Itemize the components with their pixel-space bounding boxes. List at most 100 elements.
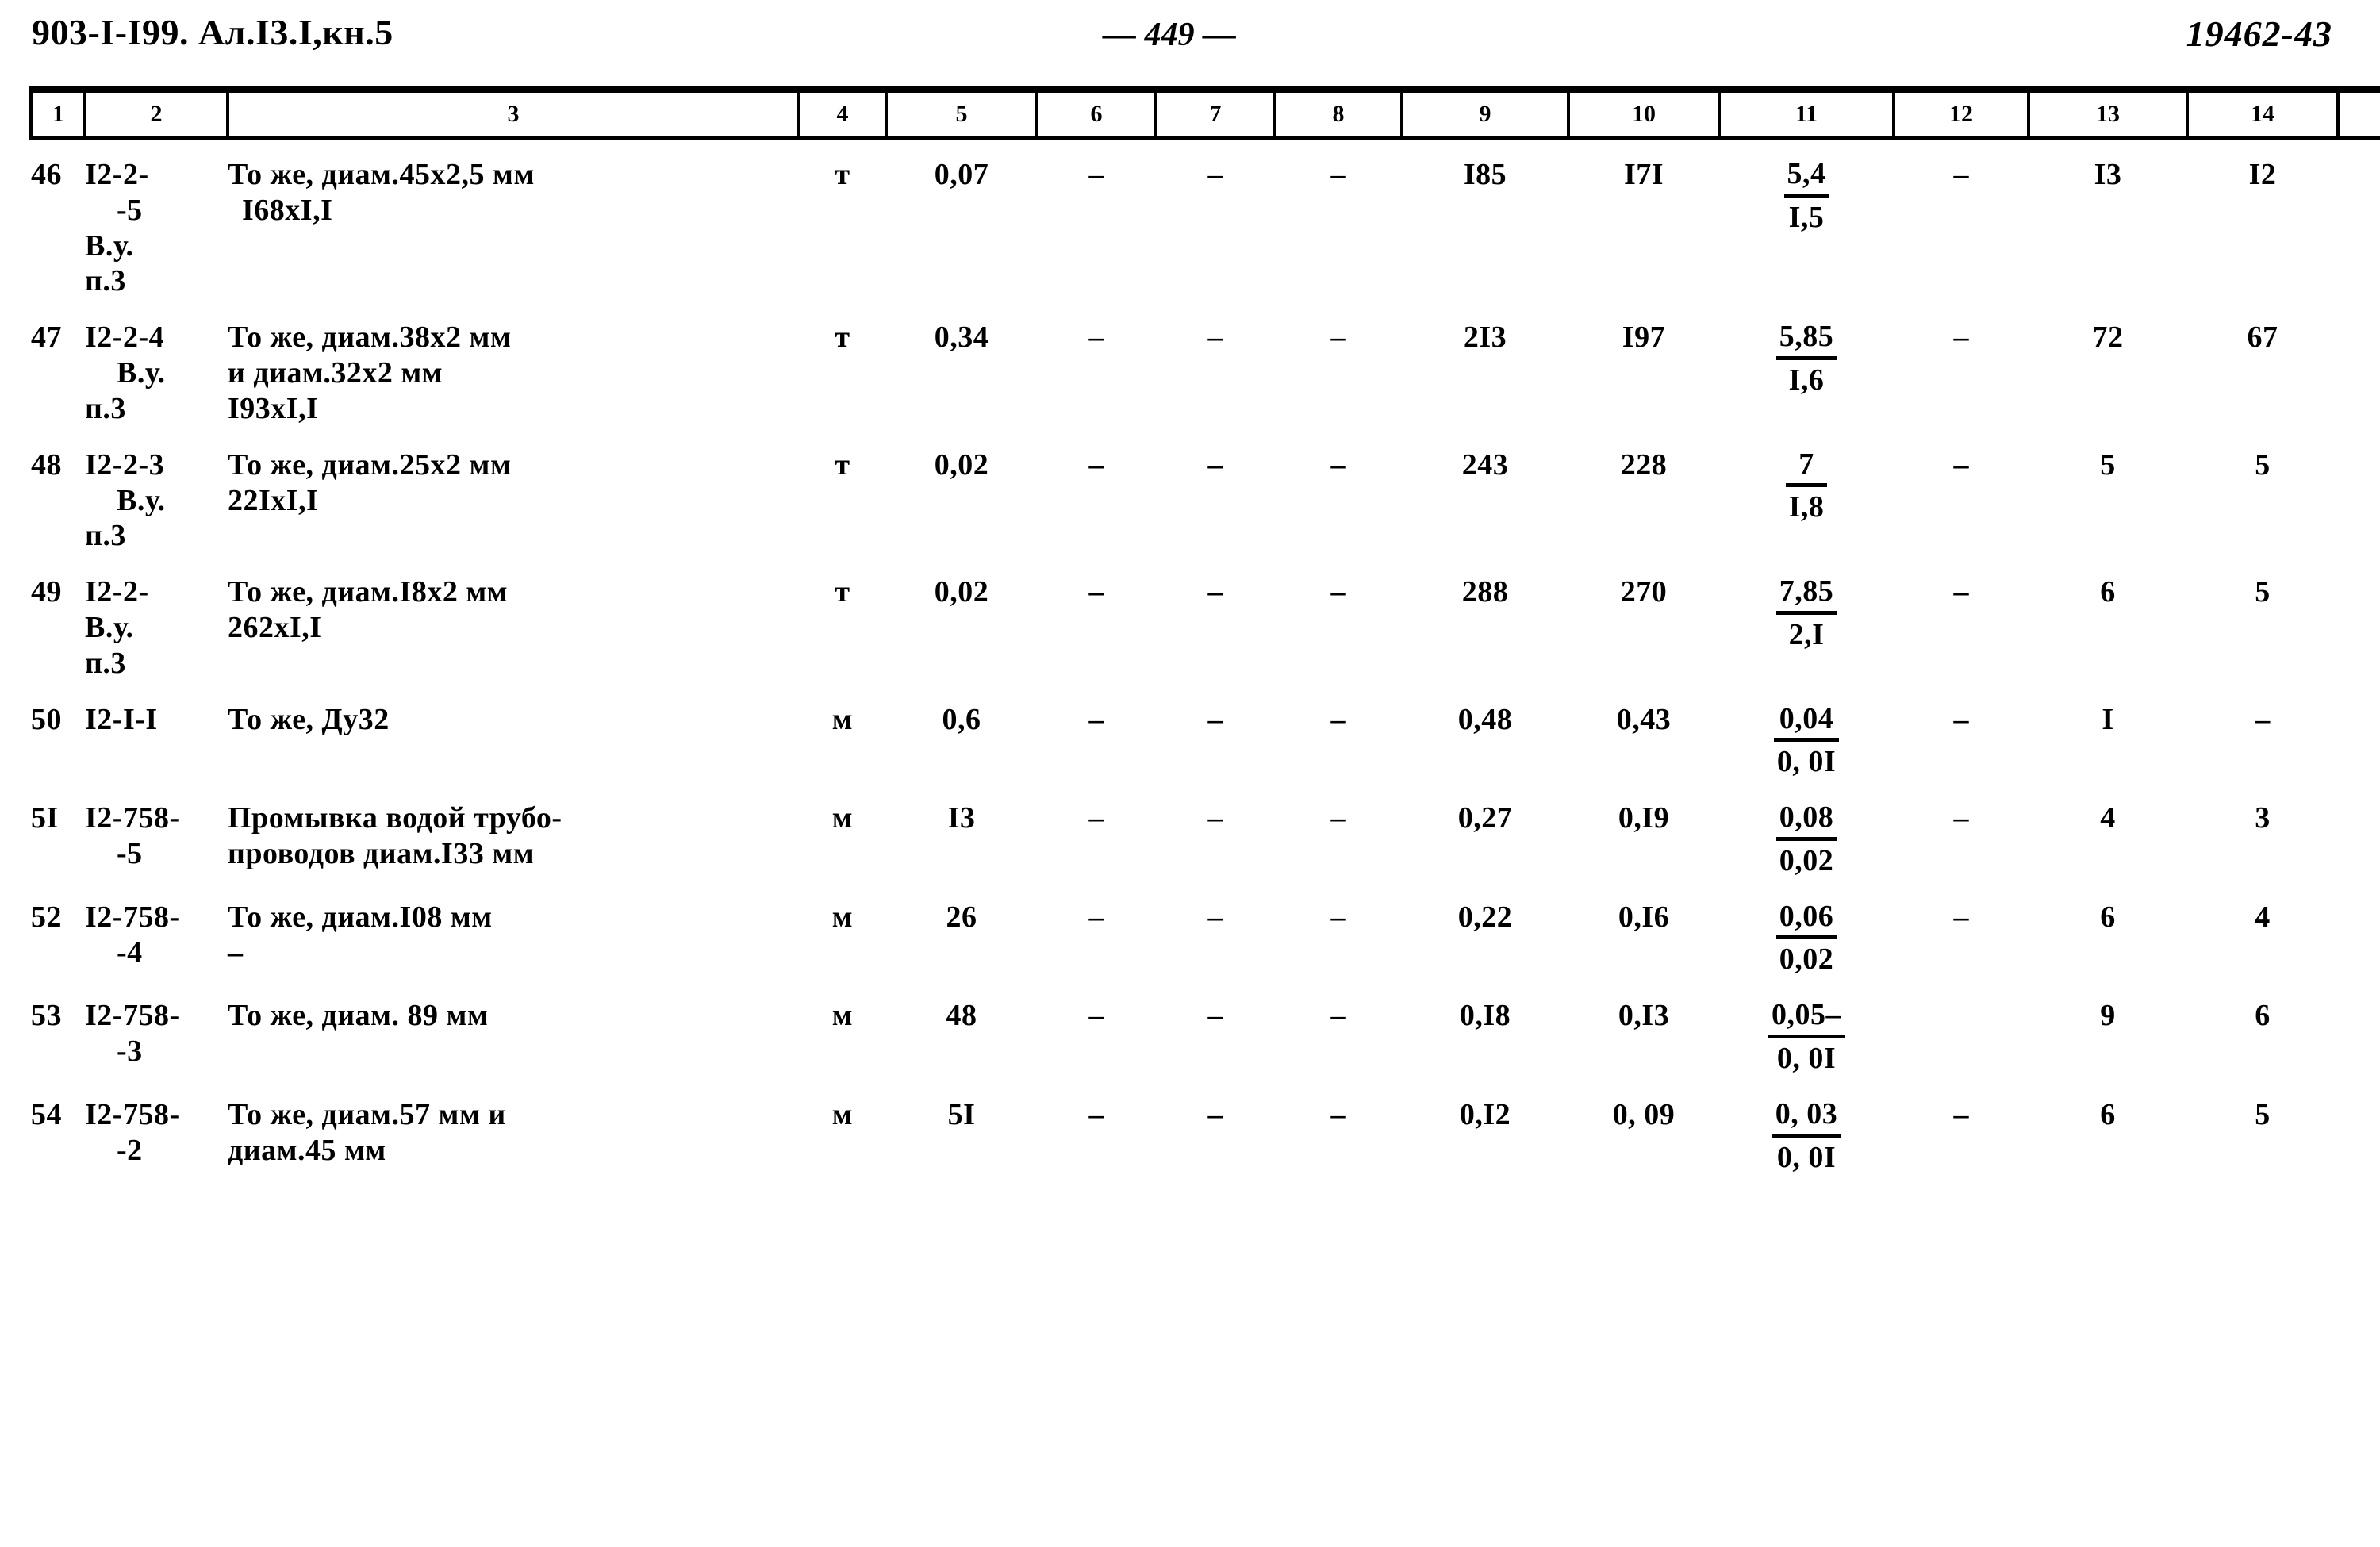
row-description-line: I93хI,I: [228, 391, 319, 425]
row-value-col13: 6: [2100, 575, 2116, 609]
row-description-line: То же, Ду32: [228, 702, 390, 736]
row-value-col6: –: [1088, 447, 1104, 482]
row-value-col8: –: [1330, 1097, 1346, 1131]
row-value-col15: I–: [2338, 783, 2380, 882]
row-value-col12: –: [1953, 575, 1969, 609]
fraction-numerator: 0, 03: [1772, 1097, 1841, 1138]
row-position-number: 54: [31, 1097, 62, 1131]
row-norm-code-line: -3: [117, 1035, 143, 1069]
row-value-col14: 5: [2255, 1097, 2271, 1131]
row-norm-code: I2-2-4 В.у. п.3: [85, 302, 228, 429]
row-description: То же, диам.I08 мм –: [228, 882, 799, 981]
row-value-col10: 0,43: [1616, 702, 1672, 736]
row-value-col8: –: [1330, 158, 1346, 191]
fraction-numerator: 0,04: [1773, 702, 1840, 743]
row-value-col8: –: [1330, 447, 1346, 482]
fraction-numerator: 5,4: [1783, 157, 1829, 198]
column-number-7: 7: [1154, 86, 1276, 140]
row-description: То же, диам.45х2,5 мм I68хI,I: [228, 138, 799, 303]
row-value-col11-fraction: 7 I,8: [1719, 430, 1894, 557]
row-value-col8: –: [1330, 801, 1346, 835]
row-value-col13: I3: [2094, 158, 2122, 191]
row-value-col12: –: [1953, 158, 1969, 191]
row-value-col9: 0,I8: [1459, 999, 1511, 1033]
row-value-col15: 2I: [2338, 1080, 2380, 1179]
row-value-col11-fraction: 0,04 0, 0I: [1719, 685, 1894, 784]
row-norm-code-line: I2-2-: [85, 158, 149, 191]
row-value-col6: –: [1088, 900, 1104, 934]
row-value-col6: –: [1088, 158, 1104, 191]
row-value-col8: –: [1330, 999, 1346, 1033]
row-unit: т: [835, 447, 850, 482]
row-norm-code-line: I2-758-: [85, 1097, 180, 1131]
row-position-number: 5I: [31, 801, 59, 835]
row-value-col9: 2I3: [1463, 321, 1507, 355]
row-description-line: То же, диам.I08 мм: [228, 900, 493, 934]
row-description-line: То же, диам.25х2 мм: [228, 447, 512, 482]
row-value-col7: –: [1207, 321, 1223, 355]
row-value-col12: –: [1953, 900, 1969, 934]
column-number-11: 11: [1718, 86, 1895, 140]
row-unit: м: [831, 801, 854, 835]
row-value-col5: I3: [947, 801, 976, 835]
row-value-col10: 0,I3: [1618, 999, 1670, 1033]
fraction-denominator: 0,02: [1779, 942, 1834, 977]
fraction-numerator: 7,85: [1775, 574, 1837, 615]
column-number-15: 15: [2336, 86, 2380, 140]
row-value-col13: I: [2102, 702, 2114, 736]
row-position-number: 48: [31, 447, 62, 482]
row-value-col12: –: [1953, 702, 1969, 736]
row-position-number: 52: [31, 900, 62, 934]
fraction-numerator: 0,05–: [1768, 998, 1844, 1038]
row-value-col6: –: [1088, 999, 1104, 1033]
row-value-col5: 26: [946, 900, 977, 934]
row-position-number: 49: [31, 575, 62, 609]
row-value-col9: 0,I2: [1459, 1097, 1511, 1131]
row-description-line: I68хI,I: [242, 193, 333, 227]
fraction-numerator: 0,08: [1775, 800, 1837, 841]
row-value-col9: 288: [1461, 575, 1509, 609]
row-norm-code: I2-2- -5 В.у. п.3: [85, 138, 228, 303]
row-value-col10: 0, 09: [1612, 1097, 1676, 1131]
row-unit: м: [831, 1097, 854, 1131]
row-norm-code: I2-I-I: [85, 685, 228, 784]
row-norm-code-line: -5: [117, 837, 143, 871]
row-value-col14: –: [2255, 702, 2271, 736]
row-value-col12: [1894, 981, 2029, 1080]
row-value-col14: 5: [2255, 575, 2271, 609]
row-value-col15: –: [2338, 138, 2380, 303]
row-value-col7: –: [1207, 702, 1223, 736]
fraction-numerator: 5,85: [1775, 320, 1837, 360]
row-value-col13: 9: [2100, 999, 2116, 1033]
table-row: 50 I2-I-I То же, Ду32 м 0,6 – – – 0,48 0,43 0,04 0,…: [31, 685, 2380, 784]
row-position-number: 53: [31, 999, 62, 1033]
row-norm-code: I2-758- -5: [85, 783, 228, 882]
row-value-col12: –: [1953, 1097, 1969, 1131]
row-value-col11-fraction: 0,05– 0, 0I: [1719, 981, 1894, 1080]
row-value-col11-fraction: 7,85 2,I: [1719, 557, 1894, 684]
row-description-line: 262хI,I: [228, 611, 322, 645]
row-value-col11-fraction: 5,85 I,6: [1719, 302, 1894, 429]
row-value-col10: I97: [1622, 321, 1666, 355]
row-value-col9: 0,22: [1457, 900, 1513, 934]
fraction-denominator: 0,02: [1779, 843, 1834, 877]
row-norm-code-line: п.3: [85, 264, 126, 298]
column-number-2: 2: [83, 86, 229, 140]
column-number-header-row: 123456789101112131415: [29, 86, 2380, 140]
row-value-col13: 6: [2100, 900, 2116, 934]
row-unit: т: [835, 575, 850, 609]
row-description-line: То же, диам. 89 мм: [228, 999, 489, 1033]
fraction-denominator: I,5: [1788, 200, 1825, 234]
row-value-col9: 0,27: [1457, 801, 1513, 835]
row-value-col15: 2I: [2338, 981, 2380, 1080]
row-value-col6: –: [1088, 801, 1104, 835]
row-norm-code-line: п.3: [85, 391, 126, 425]
row-norm-code-line: I2-758-: [85, 801, 180, 835]
row-description: То же, Ду32: [228, 685, 799, 784]
row-description-line: –: [228, 935, 244, 969]
row-value-col5: 0,6: [942, 702, 981, 736]
row-description-line: 22IхI,I: [228, 483, 319, 517]
column-number-12: 12: [1892, 86, 2030, 140]
row-value-col11-fraction: 0,06 0,02: [1719, 882, 1894, 981]
column-number-4: 4: [797, 86, 888, 140]
